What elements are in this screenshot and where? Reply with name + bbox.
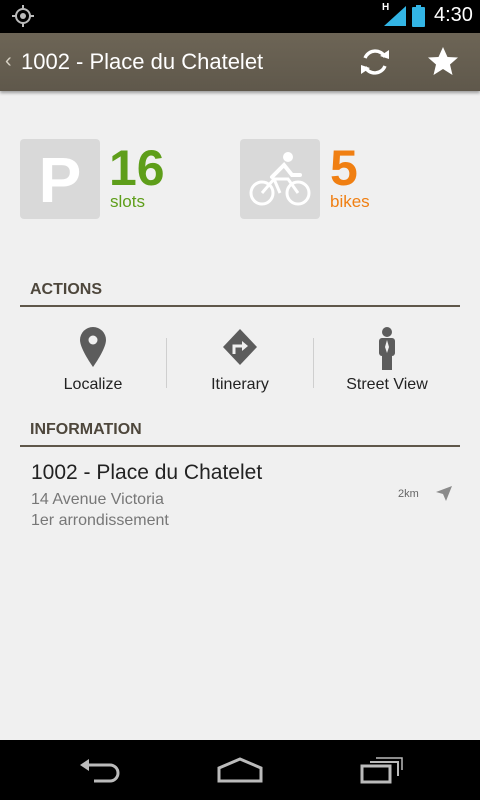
up-caret-icon[interactable]: ‹: [5, 50, 12, 73]
bikes-label: bikes: [330, 192, 370, 211]
street-view-button[interactable]: Street View: [314, 325, 460, 400]
localize-button[interactable]: Localize: [20, 325, 166, 400]
slots-count: 16: [109, 140, 165, 196]
gps-icon: [12, 5, 34, 27]
itinerary-button[interactable]: Itinerary: [167, 325, 313, 400]
itinerary-label: Itinerary: [211, 376, 269, 393]
signal-icon: [384, 6, 406, 26]
directions-icon: [223, 329, 257, 365]
pegman-icon: [379, 327, 395, 370]
actions-header-label: ACTIONS: [30, 281, 102, 298]
navigation-arrow-icon[interactable]: [434, 484, 454, 502]
parking-tile: P: [20, 139, 100, 219]
home-icon[interactable]: [216, 756, 264, 784]
back-icon[interactable]: [78, 756, 122, 784]
star-icon[interactable]: [424, 43, 462, 81]
station-name: 1002 - Place du Chatelet: [31, 461, 263, 484]
information-header: INFORMATION: [20, 419, 460, 447]
station-address: 14 Avenue Victoria: [31, 491, 164, 508]
information-header-label: INFORMATION: [30, 421, 142, 438]
navigation-bar: [0, 740, 480, 800]
street-view-label: Street View: [346, 376, 428, 393]
refresh-icon[interactable]: [356, 43, 394, 81]
recent-apps-icon[interactable]: [360, 756, 404, 784]
bikes-count: 5: [330, 140, 358, 196]
battery-icon: [412, 5, 425, 27]
clock: 4:30: [434, 4, 473, 26]
bicycle-icon: [249, 152, 311, 206]
bike-tile: [240, 139, 320, 219]
station-district: 1er arrondissement: [31, 512, 169, 529]
slots-label: slots: [110, 192, 145, 211]
distance-label: 2km: [398, 488, 419, 500]
page-title[interactable]: 1002 - Place du Chatelet: [21, 49, 263, 75]
action-bar: ‹ 1002 - Place du Chatelet: [0, 33, 480, 91]
status-bar: H 4:30: [0, 0, 480, 33]
localize-label: Localize: [63, 376, 123, 393]
actions-header: ACTIONS: [20, 279, 460, 307]
map-pin-icon: [80, 327, 106, 367]
parking-icon: P: [38, 144, 82, 216]
